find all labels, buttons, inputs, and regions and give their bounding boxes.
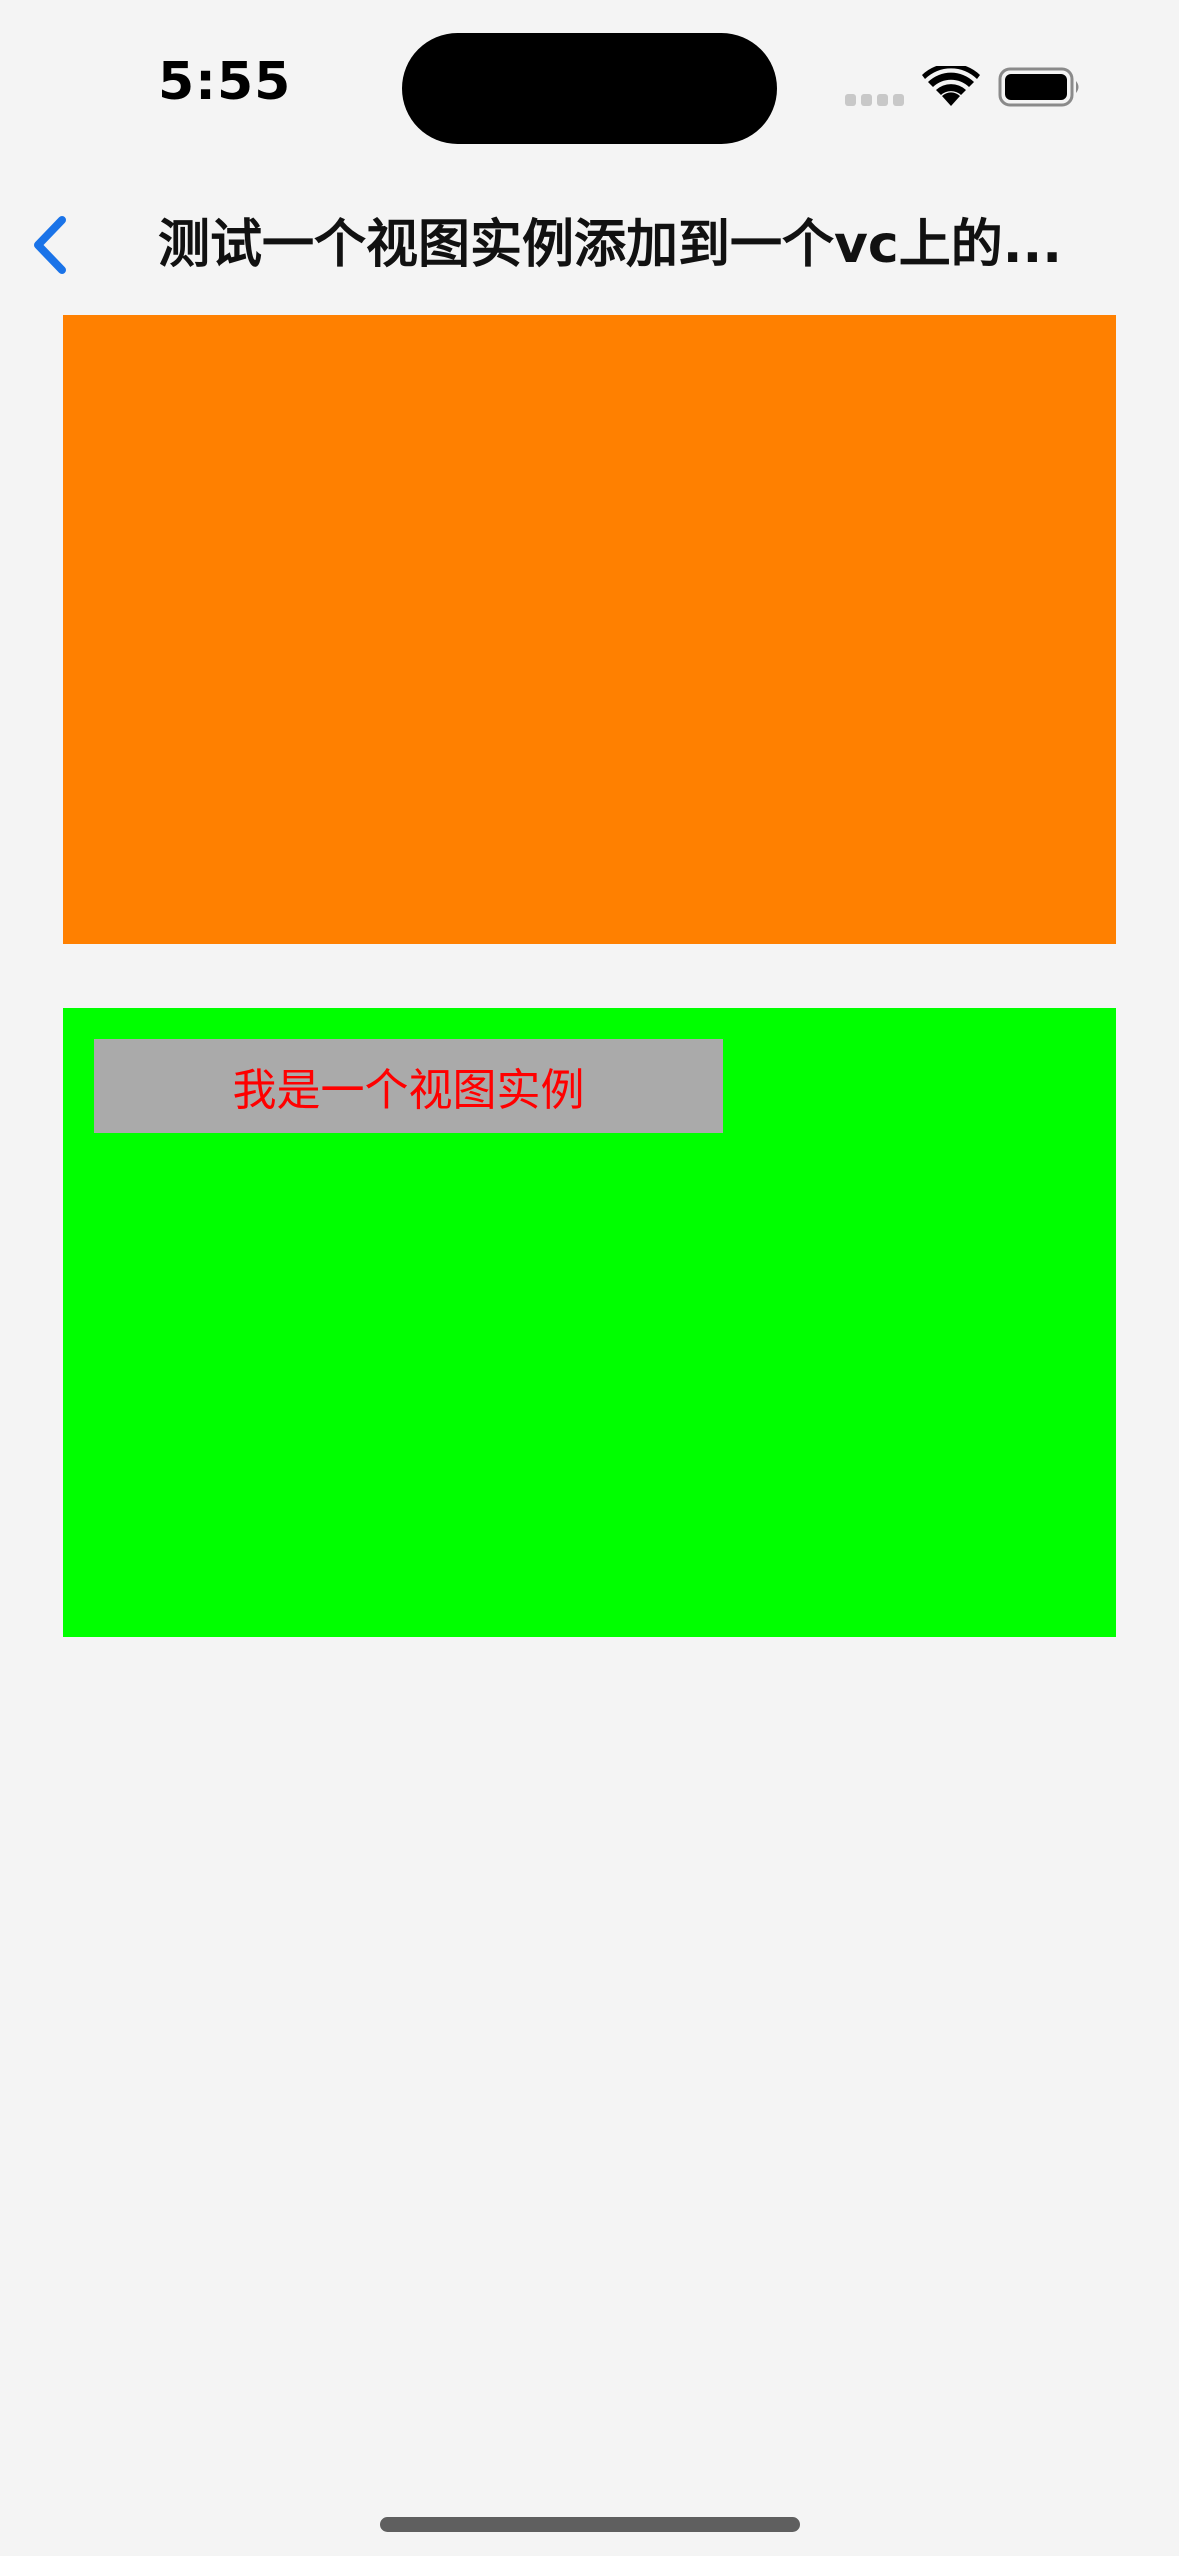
page-title: 测试一个视图实例添加到一个vc上的... bbox=[158, 215, 1062, 275]
home-indicator[interactable] bbox=[380, 2517, 800, 2532]
battery-icon bbox=[998, 67, 1079, 107]
navigation-bar: 测试一个视图实例添加到一个vc上的... bbox=[0, 195, 1179, 295]
status-bar: 5:55 bbox=[0, 0, 1179, 170]
back-button[interactable] bbox=[18, 210, 88, 280]
wifi-icon bbox=[922, 66, 980, 106]
chevron-left-icon bbox=[34, 216, 66, 274]
status-time: 5:55 bbox=[158, 52, 292, 112]
orange-container-view bbox=[63, 315, 1116, 944]
view-instance-label: 我是一个视图实例 bbox=[94, 1039, 723, 1133]
dynamic-island bbox=[402, 33, 777, 144]
signal-icon bbox=[845, 94, 905, 106]
green-container-view: 我是一个视图实例 bbox=[63, 1008, 1116, 1637]
